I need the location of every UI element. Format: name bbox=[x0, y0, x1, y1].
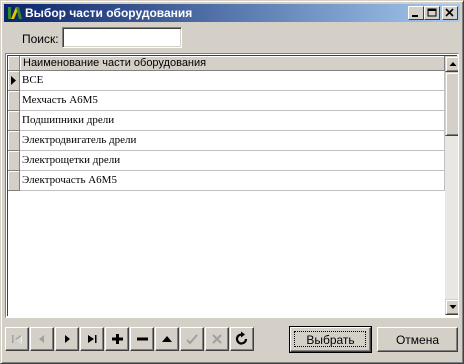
row-indicator bbox=[8, 71, 20, 91]
table-row[interactable]: Мехчасть А6М5 bbox=[8, 91, 445, 111]
maximize-button[interactable] bbox=[424, 6, 440, 20]
vertical-scrollbar[interactable] bbox=[445, 56, 458, 315]
nav-post-button[interactable] bbox=[180, 327, 204, 351]
refresh-icon bbox=[235, 331, 248, 345]
cancel-icon bbox=[212, 334, 222, 344]
parts-grid[interactable]: Наименование части оборудования ВСЕ Мехч… bbox=[5, 53, 459, 318]
table-cell[interactable]: Мехчасть А6М5 bbox=[20, 91, 445, 111]
scroll-up-button[interactable] bbox=[445, 56, 458, 72]
nav-next-button[interactable] bbox=[55, 327, 79, 351]
nav-cancel-button[interactable] bbox=[205, 327, 229, 351]
table-cell[interactable]: Электрочасть А6М5 bbox=[20, 171, 445, 191]
db-navigator bbox=[5, 327, 254, 353]
post-icon bbox=[186, 334, 198, 345]
table-row[interactable]: Подшипники дрели bbox=[8, 111, 445, 131]
nav-refresh-button[interactable] bbox=[230, 327, 254, 351]
table-row[interactable]: ВСЕ bbox=[8, 71, 445, 91]
delete-icon bbox=[137, 337, 148, 341]
prior-icon bbox=[39, 335, 44, 343]
select-button[interactable]: Выбрать bbox=[289, 326, 372, 353]
arrow-down-icon bbox=[449, 305, 457, 309]
dialog-window: Выбор части оборудования Поиск: Наименов… bbox=[0, 0, 464, 364]
row-indicator bbox=[8, 91, 20, 111]
table-cell[interactable]: Электродвигатель дрели bbox=[20, 131, 445, 151]
row-indicator bbox=[8, 111, 20, 131]
table-cell[interactable]: Подшипники дрели bbox=[20, 111, 445, 131]
nav-last-button[interactable] bbox=[80, 327, 104, 351]
minimize-button[interactable] bbox=[408, 6, 424, 20]
nav-prior-button[interactable] bbox=[30, 327, 54, 351]
table-cell[interactable]: ВСЕ bbox=[20, 71, 445, 91]
focus-rect bbox=[294, 331, 366, 347]
window-title: Выбор части оборудования bbox=[25, 6, 193, 20]
close-button[interactable] bbox=[442, 6, 458, 20]
nav-first-button[interactable] bbox=[5, 327, 29, 351]
close-icon bbox=[445, 8, 454, 17]
column-header-name[interactable]: Наименование части оборудования bbox=[20, 56, 445, 71]
table-row[interactable]: Электрощетки дрели bbox=[8, 151, 445, 171]
edit-icon bbox=[162, 336, 172, 342]
cancel-button[interactable]: Отмена bbox=[377, 327, 458, 352]
first-icon bbox=[12, 335, 22, 344]
table-row[interactable]: Электрочасть А6М5 bbox=[8, 171, 445, 191]
table-cell[interactable]: Электрощетки дрели bbox=[20, 151, 445, 171]
row-indicator bbox=[8, 131, 20, 151]
row-indicator bbox=[8, 171, 20, 191]
minimize-icon bbox=[412, 15, 418, 17]
current-row-icon bbox=[11, 76, 16, 85]
scroll-thumb[interactable] bbox=[445, 72, 458, 136]
arrow-up-icon bbox=[449, 62, 457, 66]
cancel-button-label: Отмена bbox=[395, 332, 440, 347]
indicator-header bbox=[8, 56, 20, 71]
title-bar[interactable]: Выбор части оборудования bbox=[4, 4, 460, 22]
search-label: Поиск: bbox=[22, 32, 59, 46]
nav-insert-button[interactable] bbox=[105, 327, 129, 351]
next-icon bbox=[65, 335, 70, 343]
table-row[interactable]: Электродвигатель дрели bbox=[8, 131, 445, 151]
search-input[interactable] bbox=[62, 27, 182, 48]
app-icon bbox=[8, 7, 22, 19]
nav-edit-button[interactable] bbox=[155, 327, 179, 351]
nav-delete-button[interactable] bbox=[130, 327, 154, 351]
scroll-down-button[interactable] bbox=[445, 299, 458, 315]
insert-icon bbox=[112, 334, 123, 344]
maximize-icon bbox=[427, 8, 437, 17]
last-icon bbox=[88, 335, 97, 343]
row-indicator bbox=[8, 151, 20, 171]
